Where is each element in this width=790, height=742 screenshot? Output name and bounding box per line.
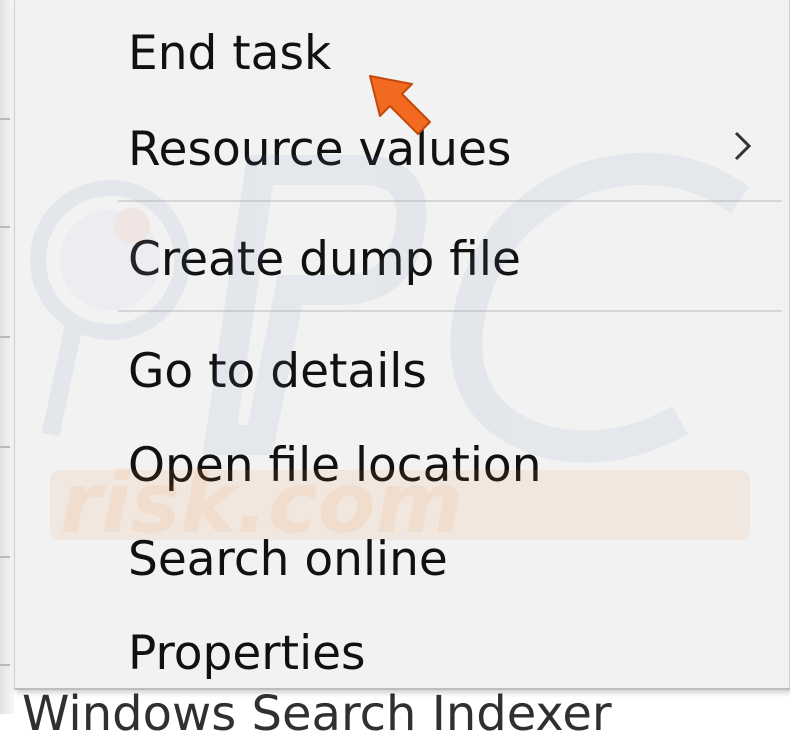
menu-item-end-task[interactable]: End task	[128, 26, 331, 82]
gutter-tick	[0, 226, 10, 228]
gutter-tick	[0, 556, 10, 558]
menu-item-open-file-location[interactable]: Open file location	[128, 438, 541, 494]
menu-item-go-to-details[interactable]: Go to details	[128, 344, 427, 400]
menu-item-create-dump-file[interactable]: Create dump file	[128, 232, 521, 288]
menu-separator	[118, 200, 782, 202]
menu-separator	[118, 310, 782, 312]
menu-item-resource-values[interactable]: Resource values	[128, 122, 511, 178]
chevron-right-icon	[734, 131, 752, 161]
background-window-edge	[0, 0, 14, 714]
arrow-pointer-icon	[369, 75, 431, 135]
menu-item-search-online[interactable]: Search online	[128, 532, 448, 588]
background-process-name: Windows Search Indexer	[22, 686, 612, 742]
gutter-tick	[0, 336, 10, 338]
menu-item-properties[interactable]: Properties	[128, 626, 366, 682]
gutter-tick	[0, 446, 10, 448]
gutter-tick	[0, 118, 10, 120]
gutter-tick	[0, 664, 10, 666]
